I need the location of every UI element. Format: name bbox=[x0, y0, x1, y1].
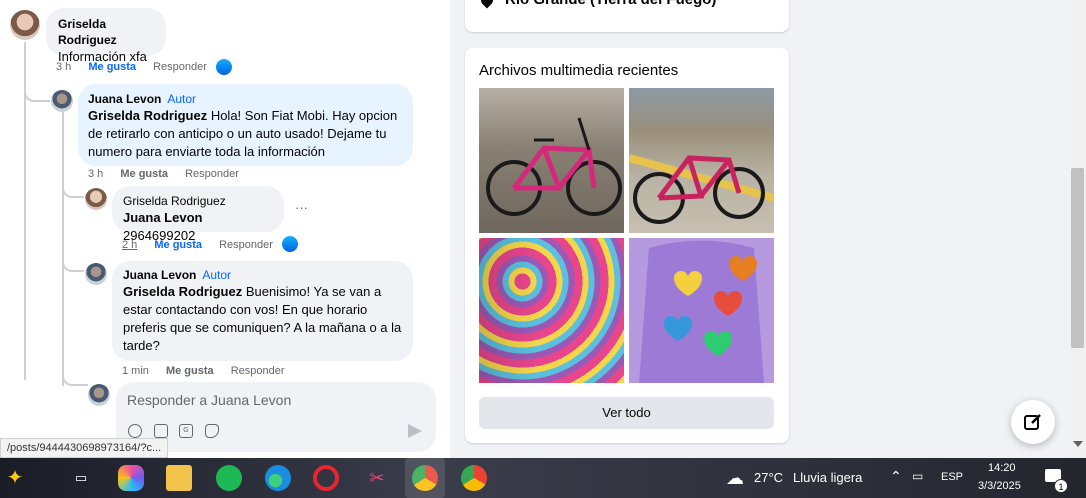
snipping-tool-icon[interactable]: ✂ bbox=[364, 465, 390, 491]
sticker-icon[interactable] bbox=[205, 424, 219, 438]
comment-thread: Griselda Rodriguez Información xfa 3 h M… bbox=[0, 0, 450, 458]
comment-text: Griselda Rodriguez Buenisimo! Ya se van … bbox=[123, 283, 402, 355]
spotify-icon[interactable] bbox=[216, 465, 242, 491]
compose-icon[interactable] bbox=[1011, 400, 1055, 444]
thread-connector bbox=[62, 372, 88, 386]
intro-card: Río Grande (Tierra del Fuego) bbox=[465, 0, 789, 32]
location-text[interactable]: Río Grande (Tierra del Fuego) bbox=[505, 0, 716, 8]
language-indicator[interactable]: ESP bbox=[941, 471, 963, 483]
author-badge: Autor bbox=[167, 92, 197, 106]
like-button[interactable]: Me gusta bbox=[88, 61, 136, 73]
comment-time[interactable]: 3 h bbox=[56, 61, 71, 73]
copilot-sparkle-icon[interactable]: ✦ bbox=[2, 465, 28, 491]
avatar[interactable] bbox=[85, 188, 107, 210]
weather-description[interactable]: Lluvia ligera bbox=[793, 470, 862, 485]
gif-icon[interactable]: G bbox=[179, 424, 193, 438]
reply-button[interactable]: Responder bbox=[185, 168, 239, 180]
comment-actions: 2 h Me gusta Responder bbox=[122, 238, 287, 252]
like-icon bbox=[282, 236, 298, 252]
media-thumbnail[interactable] bbox=[479, 88, 624, 233]
like-button[interactable]: Me gusta bbox=[166, 365, 214, 377]
see-all-button[interactable]: Ver todo bbox=[479, 397, 774, 429]
backpack-photo bbox=[629, 238, 774, 383]
reply-placeholder: Responder a Juana Levon bbox=[127, 392, 292, 408]
comment-text: Griselda Rodriguez Hola! Son Fiat Mobi. … bbox=[88, 107, 403, 161]
chrome-icon[interactable] bbox=[461, 465, 487, 491]
status-bar-url: /posts/9444430698973164/?c... bbox=[0, 438, 169, 458]
scroll-down-arrow-icon[interactable] bbox=[1073, 441, 1083, 447]
media-thumbnail[interactable] bbox=[629, 238, 774, 383]
mention-link[interactable]: Griselda Rodriguez bbox=[123, 284, 242, 299]
bicycle-photo bbox=[486, 117, 622, 216]
reply-button[interactable]: Responder bbox=[219, 239, 273, 251]
avatar[interactable] bbox=[51, 90, 73, 112]
author-badge: Autor bbox=[202, 268, 232, 282]
windows-taskbar: ✦ ▭ ✂ ☁ 27°C Lluvia ligera ⌃ ▭ ESP 14:20… bbox=[0, 458, 1086, 498]
comment-bubble: Juana Levon Autor Griselda Rodriguez Buen… bbox=[112, 261, 413, 361]
comment-bubble: Griselda Rodriguez Información xfa bbox=[46, 8, 166, 64]
opera-icon[interactable] bbox=[313, 465, 339, 491]
media-card: Archivos multimedia recientes Ver todo bbox=[465, 48, 789, 443]
comment-time[interactable]: 1 min bbox=[122, 365, 149, 377]
thread-line bbox=[62, 112, 64, 386]
tray-chevron-icon[interactable]: ⌃ bbox=[890, 468, 902, 485]
active-app-indicator bbox=[405, 458, 445, 498]
camera-icon[interactable] bbox=[154, 424, 168, 438]
like-button[interactable]: Me gusta bbox=[120, 168, 168, 180]
weather-temp[interactable]: 27°C bbox=[754, 470, 783, 485]
thread-connector bbox=[62, 258, 84, 272]
comment-actions: 3 h Me gusta Responder bbox=[88, 167, 253, 181]
comment-time[interactable]: 2 h bbox=[122, 239, 137, 251]
comment-author-name[interactable]: Juana Levon bbox=[88, 92, 161, 106]
comment-bubble: Juana Levon Autor Griselda Rodriguez Hola… bbox=[78, 84, 413, 166]
media-card-title: Archivos multimedia recientes bbox=[479, 62, 679, 79]
scrollbar-thumb[interactable] bbox=[1071, 168, 1084, 348]
thread-connector bbox=[24, 84, 50, 102]
comment-actions: 3 h Me gusta Responder bbox=[56, 60, 221, 74]
comment-author-name[interactable]: Juana Levon bbox=[123, 268, 196, 282]
comment-author[interactable]: Griselda Rodriguez bbox=[58, 16, 154, 48]
comment-author: Juana Levon Autor bbox=[88, 91, 403, 107]
task-view-icon[interactable]: ▭ bbox=[68, 465, 94, 491]
edge-icon[interactable] bbox=[265, 465, 291, 491]
location-pin-icon bbox=[478, 0, 496, 9]
like-icon bbox=[216, 59, 232, 75]
comment-bubble: Griselda Rodriguez Juana Levon 296469920… bbox=[112, 186, 284, 243]
clock-date[interactable]: 3/3/2025 bbox=[978, 480, 1021, 492]
more-options-button[interactable]: ··· bbox=[295, 200, 308, 215]
avatar[interactable] bbox=[10, 10, 40, 40]
file-explorer-icon[interactable] bbox=[166, 465, 192, 491]
mention-link[interactable]: Juana Levon bbox=[123, 210, 202, 225]
media-thumbnail[interactable] bbox=[479, 238, 624, 383]
notification-badge: 1 bbox=[1054, 479, 1068, 493]
comment-time[interactable]: 3 h bbox=[88, 168, 103, 180]
reply-button[interactable]: Responder bbox=[231, 365, 285, 377]
mention-link[interactable]: Griselda Rodriguez bbox=[88, 108, 207, 123]
reply-button[interactable]: Responder bbox=[153, 61, 207, 73]
comment-author[interactable]: Griselda Rodriguez bbox=[123, 193, 273, 209]
comment-actions: 1 min Me gusta Responder bbox=[122, 364, 299, 378]
emoji-icon[interactable] bbox=[128, 424, 142, 438]
media-thumbnail[interactable] bbox=[629, 88, 774, 233]
backpack-photo bbox=[479, 238, 624, 383]
thread-connector bbox=[62, 184, 84, 198]
avatar[interactable] bbox=[85, 263, 107, 285]
profile-sidebar: Río Grande (Tierra del Fuego) Archivos m… bbox=[450, 0, 1070, 458]
like-button[interactable]: Me gusta bbox=[154, 239, 202, 251]
send-icon[interactable] bbox=[408, 424, 422, 438]
weather-icon[interactable]: ☁ bbox=[722, 465, 748, 491]
avatar bbox=[88, 384, 110, 406]
clock-time[interactable]: 14:20 bbox=[988, 462, 1016, 474]
bicycle-photo bbox=[629, 154, 774, 224]
battery-icon[interactable]: ▭ bbox=[912, 469, 923, 483]
comment-author: Juana Levon Autor bbox=[123, 267, 402, 283]
copilot-app-icon[interactable] bbox=[118, 465, 144, 491]
